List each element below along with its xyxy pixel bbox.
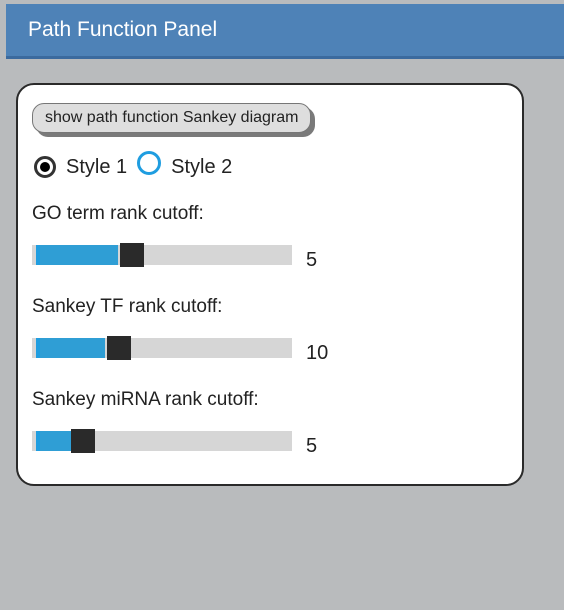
radio-style-2-label: Style 2	[171, 156, 232, 179]
go-term-value: 5	[306, 249, 317, 272]
slider-thumb[interactable]	[71, 429, 95, 453]
radio-style-1[interactable]	[34, 156, 56, 178]
radio-style-2[interactable]	[137, 151, 161, 175]
panel-header: Path Function Panel	[6, 4, 564, 59]
settings-card: show path function Sankey diagram Style …	[16, 83, 524, 486]
mirna-slider[interactable]	[32, 431, 292, 451]
go-term-label: GO term rank cutoff:	[32, 203, 508, 225]
mirna-slider-group: Sankey miRNA rank cutoff: 5	[32, 389, 508, 452]
slider-thumb[interactable]	[107, 336, 131, 360]
tf-slider-group: Sankey TF rank cutoff: 10	[32, 296, 508, 359]
panel-body: show path function Sankey diagram Style …	[0, 59, 564, 486]
slider-fill	[40, 338, 105, 358]
slider-fill	[40, 245, 118, 265]
go-term-slider-group: GO term rank cutoff: 5	[32, 203, 508, 266]
mirna-label: Sankey miRNA rank cutoff:	[32, 389, 508, 411]
slider-thumb[interactable]	[120, 243, 144, 267]
panel-title: Path Function Panel	[28, 18, 217, 41]
style-radio-group: Style 1 Style 2	[34, 155, 508, 179]
slider-fill	[40, 431, 71, 451]
go-term-slider[interactable]	[32, 245, 292, 265]
tf-slider[interactable]	[32, 338, 292, 358]
radio-style-1-label: Style 1	[66, 156, 127, 179]
radio-dot-icon	[40, 162, 50, 172]
tf-label: Sankey TF rank cutoff:	[32, 296, 508, 318]
show-sankey-button[interactable]: show path function Sankey diagram	[32, 103, 311, 133]
mirna-value: 5	[306, 435, 317, 458]
tf-value: 10	[306, 342, 328, 365]
